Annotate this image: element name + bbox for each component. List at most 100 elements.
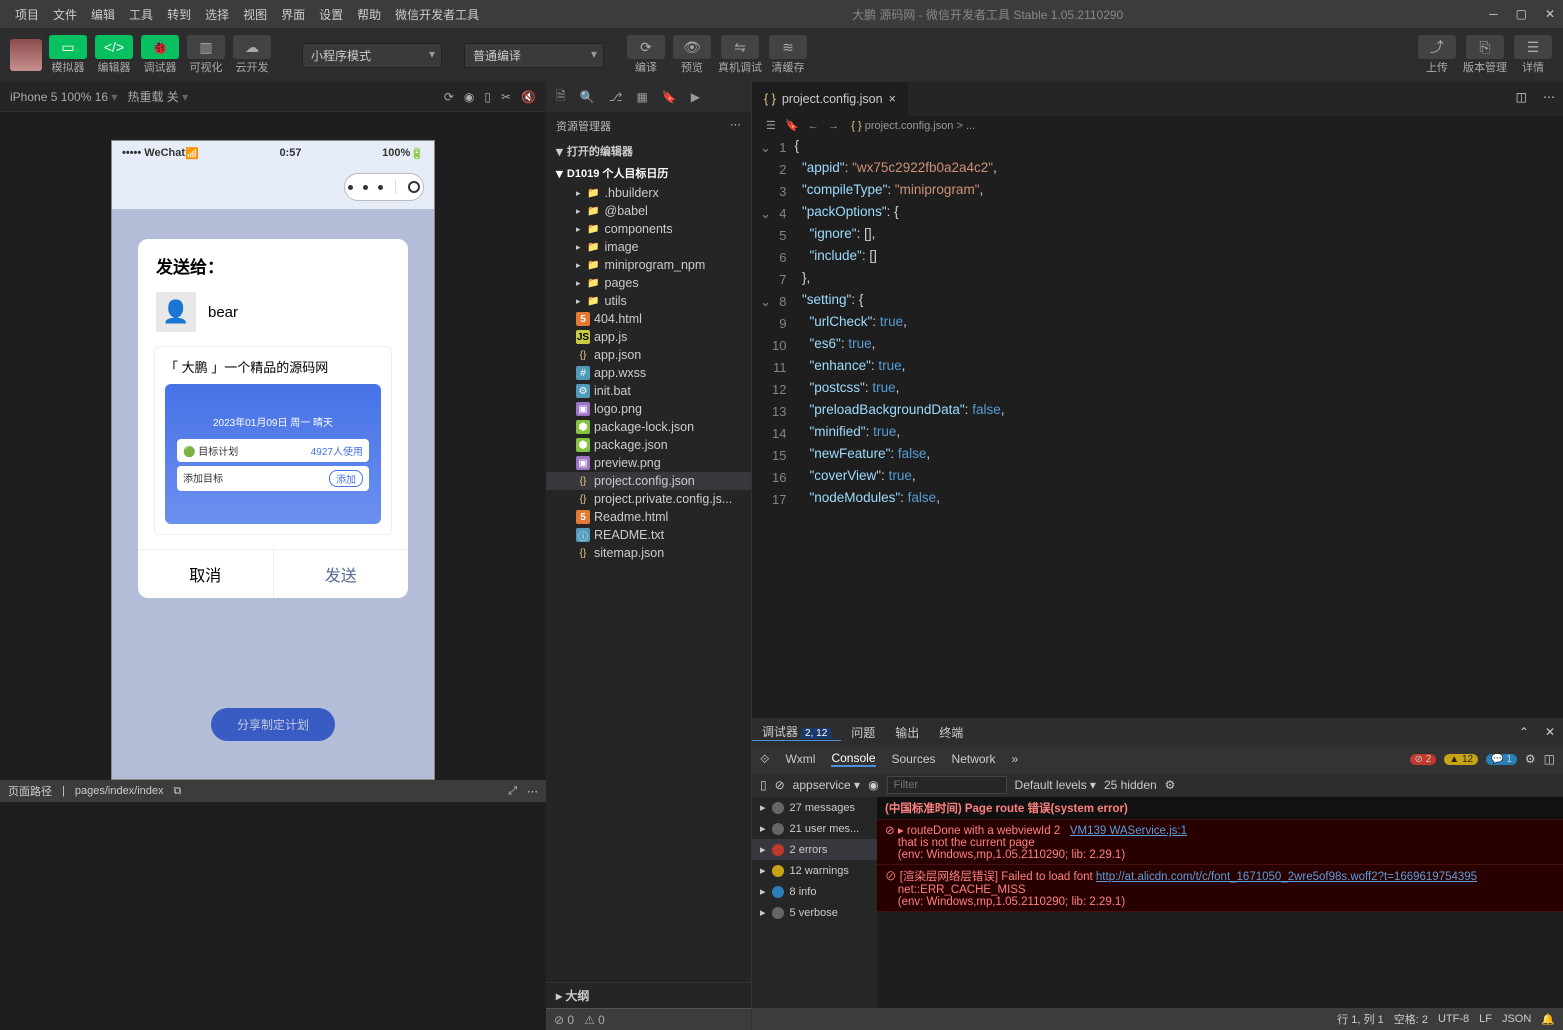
copy-icon[interactable]: ⧉	[174, 785, 182, 798]
devtab-sources[interactable]: Sources	[892, 752, 936, 766]
file-item[interactable]: ⬢package.json	[546, 436, 751, 454]
eol[interactable]: LF	[1479, 1013, 1492, 1025]
device-dropdown[interactable]: iPhone 5 100% 16	[10, 90, 117, 104]
build-button[interactable]: ⟳编译	[626, 35, 666, 75]
filter-item[interactable]: ▸ 27 messages	[752, 797, 877, 818]
device-frame-icon[interactable]: ▯	[484, 90, 491, 104]
debugger-button[interactable]: 🐞调试器	[140, 35, 180, 75]
send-button[interactable]: 发送	[274, 550, 409, 598]
file-item[interactable]: 5404.html	[546, 310, 751, 328]
cursor-pos[interactable]: 行 1, 列 1	[1337, 1011, 1383, 1027]
devtab-console[interactable]: Console	[831, 751, 875, 767]
inspect-icon[interactable]: ⟐	[760, 752, 769, 767]
cancel-button[interactable]: 取消	[138, 550, 274, 598]
panel-up-icon[interactable]: ⌃	[1511, 725, 1537, 739]
close-icon[interactable]: ✕	[1545, 7, 1555, 21]
warn-count[interactable]: ⚠ 0	[584, 1013, 605, 1027]
preview-button[interactable]: 👁预览	[672, 35, 712, 75]
panel-close-icon[interactable]: ✕	[1537, 725, 1563, 739]
gear-icon[interactable]: ⚙	[1525, 752, 1536, 766]
file-item[interactable]: ⚙init.bat	[546, 382, 751, 400]
editor-more-icon[interactable]: ⋯	[1535, 82, 1563, 116]
detail-button[interactable]: ☰详情	[1513, 35, 1553, 75]
filter-item[interactable]: ▸ 8 info	[752, 881, 877, 902]
folder-item[interactable]: 📁utils	[546, 292, 751, 310]
more-icon[interactable]: ⋯	[527, 785, 538, 798]
dock-icon[interactable]: ◫	[1544, 752, 1555, 766]
project-root[interactable]: D1019 个人目标日历	[546, 162, 751, 184]
cloud-button[interactable]: ☁云开发	[232, 35, 272, 75]
folder-item[interactable]: 📁@babel	[546, 202, 751, 220]
expand-icon[interactable]: ⤢	[508, 785, 517, 798]
context-dropdown[interactable]: appservice ▾	[793, 778, 860, 792]
tab-output[interactable]: 输出	[885, 724, 929, 741]
lang[interactable]: JSON	[1502, 1013, 1531, 1025]
record-icon[interactable]: ◉	[464, 90, 474, 104]
file-item[interactable]: JSapp.js	[546, 328, 751, 346]
info-badge[interactable]: 💬 1	[1486, 754, 1517, 765]
mute-icon[interactable]: 🔇	[521, 90, 536, 104]
compile-dropdown[interactable]: 普通编译	[464, 43, 604, 68]
bookmark-icon[interactable]: 🔖	[662, 90, 677, 104]
menu-item[interactable]: 编辑	[84, 6, 122, 23]
outline-section[interactable]: ▸ 大纲	[546, 982, 751, 1008]
menu-item[interactable]: 项目	[8, 6, 46, 23]
remote-button[interactable]: ⇋真机调试	[718, 35, 762, 75]
filter-item[interactable]: ▸ 21 user mes...	[752, 818, 877, 839]
menu-item[interactable]: 选择	[198, 6, 236, 23]
refresh-icon[interactable]: ⟳	[444, 90, 454, 104]
file-item[interactable]: ▣preview.png	[546, 454, 751, 472]
folder-item[interactable]: 📁pages	[546, 274, 751, 292]
eye-icon[interactable]: ◉	[868, 778, 878, 792]
explorer-more-icon[interactable]: ⋯	[730, 118, 741, 134]
filter-item[interactable]: ▸ 5 verbose	[752, 902, 877, 923]
menu-item[interactable]: 帮助	[350, 6, 388, 23]
visual-button[interactable]: ▥可视化	[186, 35, 226, 75]
git-icon[interactable]: ⎇	[609, 90, 623, 104]
menu-item[interactable]: 工具	[122, 6, 160, 23]
opened-editors[interactable]: 打开的编辑器	[546, 140, 751, 162]
levels-dropdown[interactable]: Default levels ▾	[1015, 778, 1096, 792]
folder-item[interactable]: 📁.hbuilderx	[546, 184, 751, 202]
menu-item[interactable]: 文件	[46, 6, 84, 23]
filter-input[interactable]	[887, 776, 1007, 794]
maximize-icon[interactable]: ▢	[1516, 7, 1527, 21]
file-item[interactable]: ▣logo.png	[546, 400, 751, 418]
ext-icon[interactable]: ▦	[636, 90, 647, 104]
menu-item[interactable]: 微信开发者工具	[388, 6, 486, 23]
file-item[interactable]: {}sitemap.json	[546, 544, 751, 562]
file-item[interactable]: {}project.config.json	[546, 472, 751, 490]
file-item[interactable]: #app.wxss	[546, 364, 751, 382]
menu-item[interactable]: 转到	[160, 6, 198, 23]
hot-reload-dropdown[interactable]: 热重载 关	[127, 88, 188, 105]
devtabs-more-icon[interactable]: »	[1012, 752, 1019, 766]
minimize-icon[interactable]: ─	[1489, 7, 1498, 21]
upload-button[interactable]: ⤴上传	[1417, 35, 1457, 75]
bell-icon[interactable]: 🔔	[1541, 1013, 1555, 1026]
tab-terminal[interactable]: 终端	[929, 724, 973, 741]
version-button[interactable]: ⎘版本管理	[1463, 35, 1507, 75]
run-icon[interactable]: ▶	[691, 90, 700, 104]
encoding[interactable]: UTF-8	[1438, 1013, 1469, 1025]
folder-item[interactable]: 📁miniprogram_npm	[546, 256, 751, 274]
hidden-count[interactable]: 25 hidden	[1104, 778, 1157, 792]
simulator-button[interactable]: ▭模拟器	[48, 35, 88, 75]
folder-item[interactable]: 📁image	[546, 238, 751, 256]
filter-item[interactable]: ▸ 12 warnings	[752, 860, 877, 881]
search-icon[interactable]: 🔍	[580, 90, 595, 104]
filter-item[interactable]: ▸ 2 errors	[752, 839, 877, 860]
warn-badge[interactable]: ▲ 12	[1444, 754, 1478, 765]
devtab-wxml[interactable]: Wxml	[785, 752, 815, 766]
files-icon[interactable]: 🗎	[556, 87, 566, 108]
capsule-button[interactable]	[344, 173, 424, 201]
close-tab-icon[interactable]: ×	[889, 92, 896, 106]
menu-item[interactable]: 界面	[274, 6, 312, 23]
menu-item[interactable]: 设置	[312, 6, 350, 23]
split-icon[interactable]: ◫	[1508, 82, 1535, 116]
editor-button[interactable]: </>编辑器	[94, 35, 134, 75]
editor-tab[interactable]: { } project.config.json ×	[752, 82, 909, 116]
file-item[interactable]: ⓘREADME.txt	[546, 526, 751, 544]
avatar[interactable]	[10, 39, 42, 71]
cut-icon[interactable]: ✂	[501, 90, 511, 104]
devtab-network[interactable]: Network	[952, 752, 996, 766]
